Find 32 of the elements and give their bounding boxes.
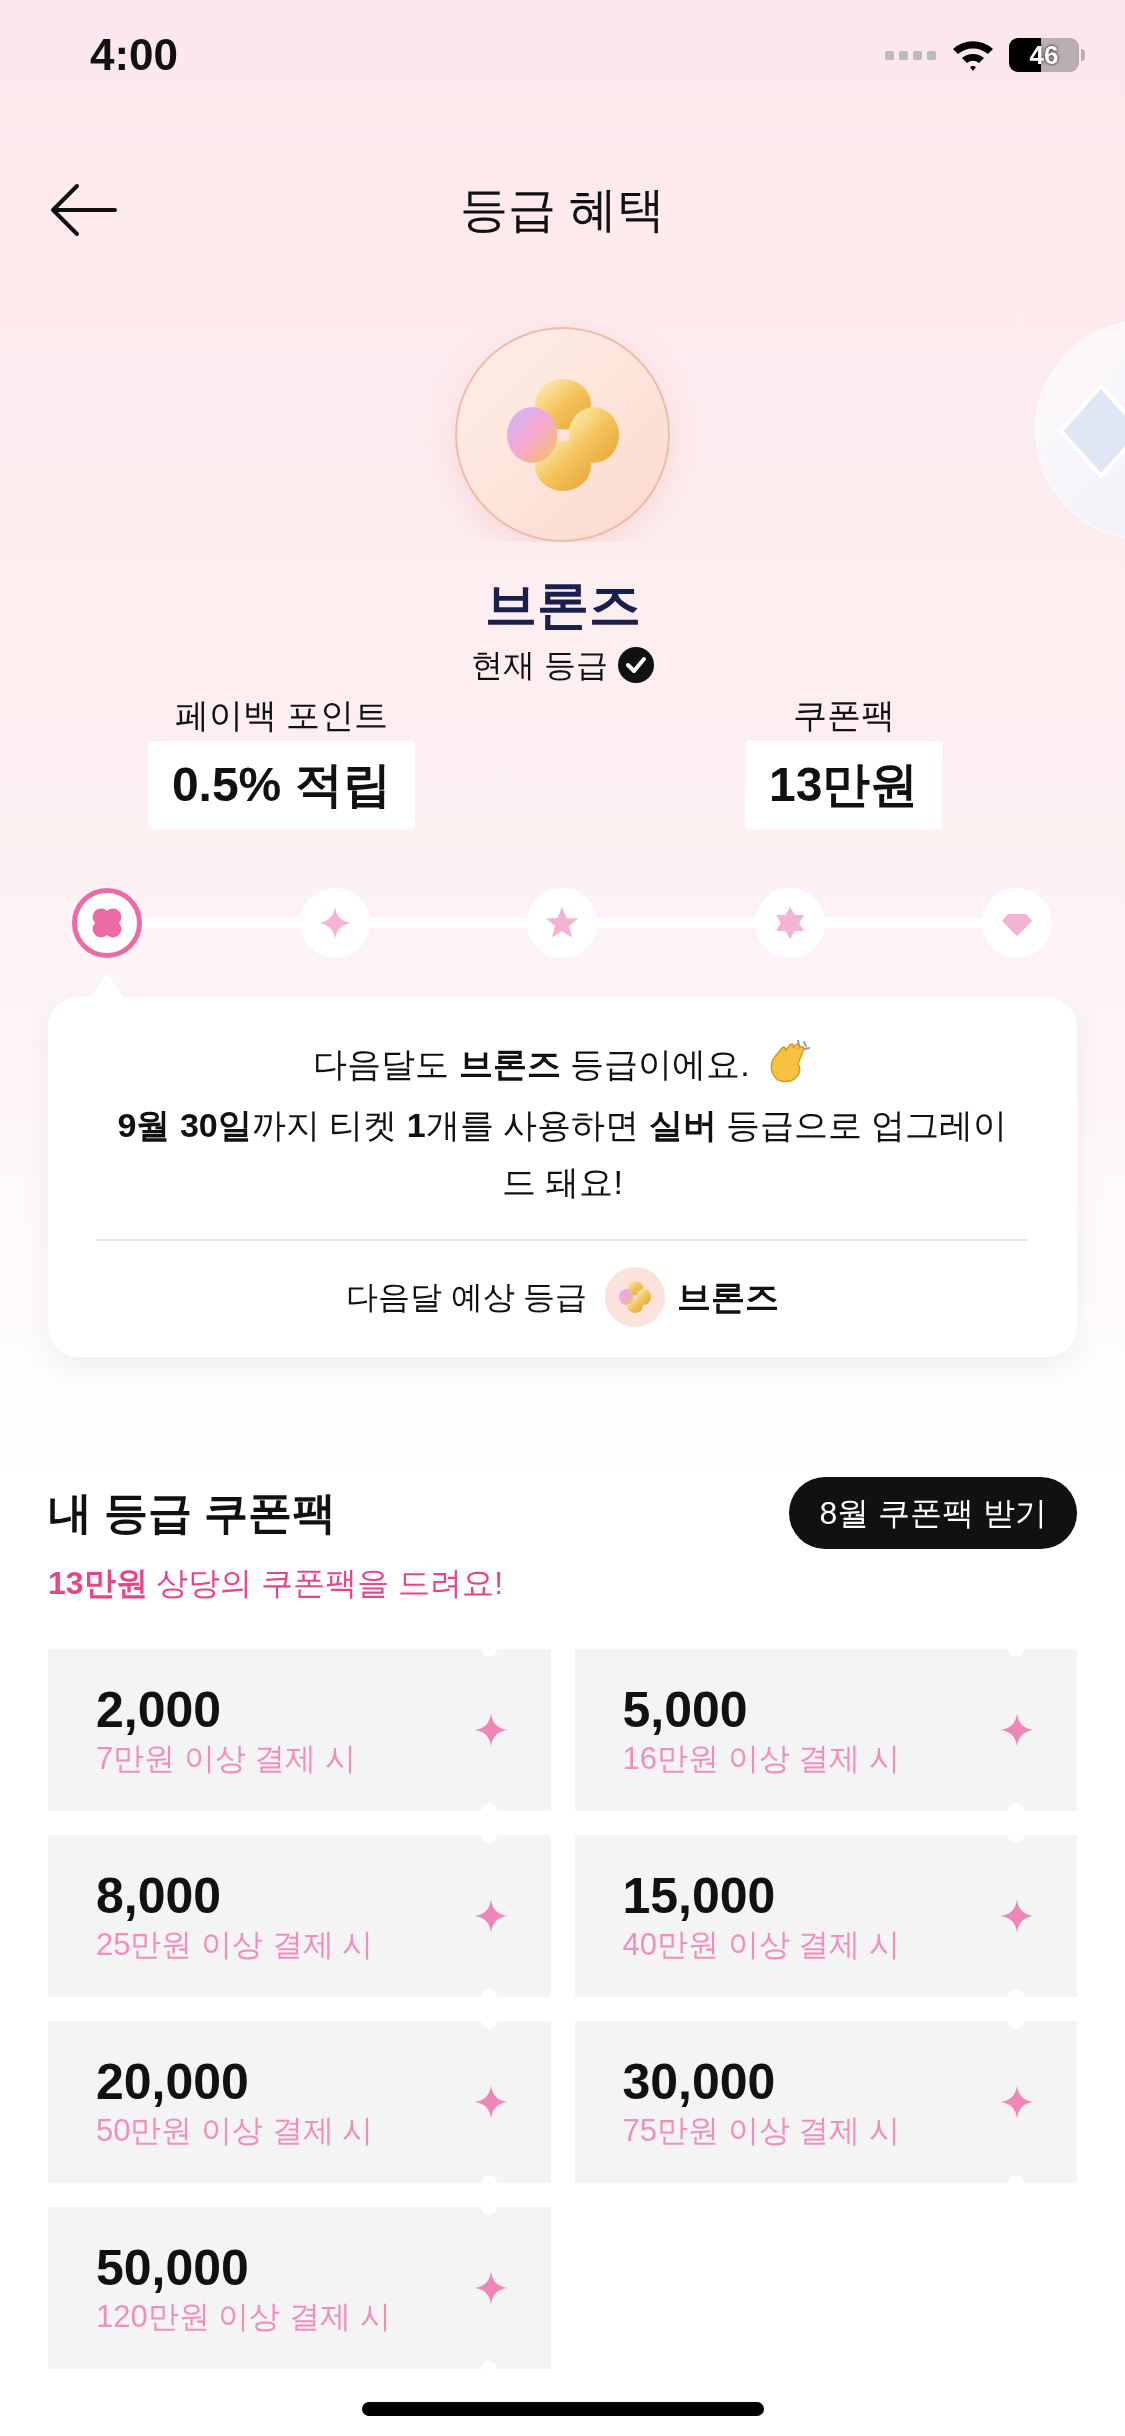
notice-text: 9월 30일까지 티켓 1개를 사용하면 실버 등급으로 업그레이드 돼요! (116, 1105, 1009, 1203)
benefit-label: 쿠폰팩 (792, 695, 895, 735)
wifi-icon (951, 38, 995, 72)
section-title: 내 등급 쿠폰팩 (48, 1487, 337, 1539)
coupon-condition: 50만원 이상 결제 시 (96, 2112, 375, 2150)
benefit-value: 13만원 (745, 741, 943, 829)
coupon-amount: 20,000 (96, 2053, 250, 2111)
signal-icon (885, 49, 937, 61)
coupon-pack-button[interactable]: 8월 쿠폰팩 받기 (789, 1477, 1077, 1549)
forecast-label: 다음달 예상 등급 (345, 1278, 588, 1317)
coupon-condition: 75만원 이상 결제 시 (622, 2112, 901, 2150)
coupon-amount: 8,000 (96, 1867, 223, 1925)
coupon-amount: 5,000 (622, 1681, 749, 1739)
coupon-condition: 40만원 이상 결제 시 (622, 1926, 901, 1964)
notice-text: 다음달도 브론즈 등급이에요. (313, 1044, 750, 1085)
page-title: 등급 혜택 (459, 182, 666, 238)
grade-name: 브론즈 (483, 575, 642, 635)
current-grade-label: 현재 등급 (471, 646, 608, 685)
coupon-amount: 2,000 (96, 1681, 223, 1739)
coupon-amount: 15,000 (622, 1867, 777, 1925)
coupon-condition: 7만원 이상 결제 시 (96, 1740, 358, 1778)
coupon-condition: 16만원 이상 결제 시 (622, 1740, 901, 1778)
coupon-amount: 30,000 (622, 2053, 777, 2111)
section-subtitle: 13만원 상당의 쿠폰팩을 드려요! (47, 1564, 505, 1603)
coupon-condition: 120만원 이상 결제 시 (96, 2298, 392, 2336)
coupon-amount: 50,000 (96, 2239, 250, 2297)
benefit-label: 페이백 포인트 (174, 695, 388, 735)
coupon-condition: 25만원 이상 결제 시 (96, 1926, 375, 1964)
forecast-grade: 브론즈 (677, 1276, 780, 1318)
benefit-value: 0.5% 적립 (147, 741, 415, 829)
status-time: 4:00 (90, 29, 179, 81)
check-icon (617, 647, 654, 683)
